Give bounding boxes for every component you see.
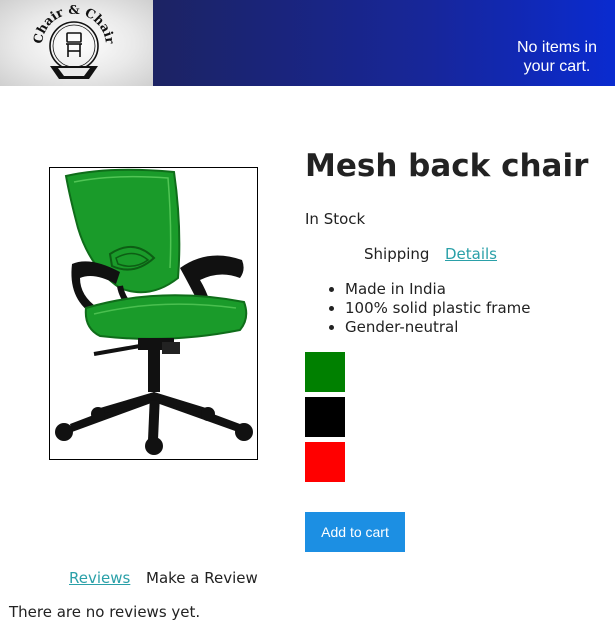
tab-shipping[interactable]: Shipping — [364, 245, 429, 263]
no-reviews-message: There are no reviews yet. — [9, 603, 201, 621]
color-swatch-green[interactable] — [305, 352, 345, 392]
site-header: Chair & Chair No items in your cart. — [0, 0, 615, 86]
chair-icon — [66, 32, 82, 57]
add-to-cart-button[interactable]: Add to cart — [305, 512, 405, 552]
header-bar: No items in your cart. — [153, 0, 615, 86]
feature-list: Made in India 100% solid plastic frame G… — [305, 280, 531, 337]
tab-reviews[interactable]: Reviews — [69, 569, 130, 587]
logo[interactable]: Chair & Chair — [0, 0, 153, 86]
cart-status[interactable]: No items in your cart. — [507, 38, 607, 76]
tab-make-review[interactable]: Make a Review — [146, 569, 258, 587]
color-swatch-black[interactable] — [305, 397, 345, 437]
stock-status: In Stock — [305, 210, 366, 228]
office-chair-image — [55, 168, 253, 455]
feature-item: Gender-neutral — [345, 318, 531, 337]
logo-text: Chair & Chair — [33, 3, 115, 45]
tab-details[interactable]: Details — [445, 245, 497, 263]
color-swatch-red[interactable] — [305, 442, 345, 482]
logo-emblem: Chair & Chair — [33, 3, 115, 79]
product-image — [49, 167, 258, 460]
feature-item: 100% solid plastic frame — [345, 299, 531, 318]
product-title: Mesh back chair — [305, 148, 589, 184]
feature-item: Made in India — [345, 280, 531, 299]
